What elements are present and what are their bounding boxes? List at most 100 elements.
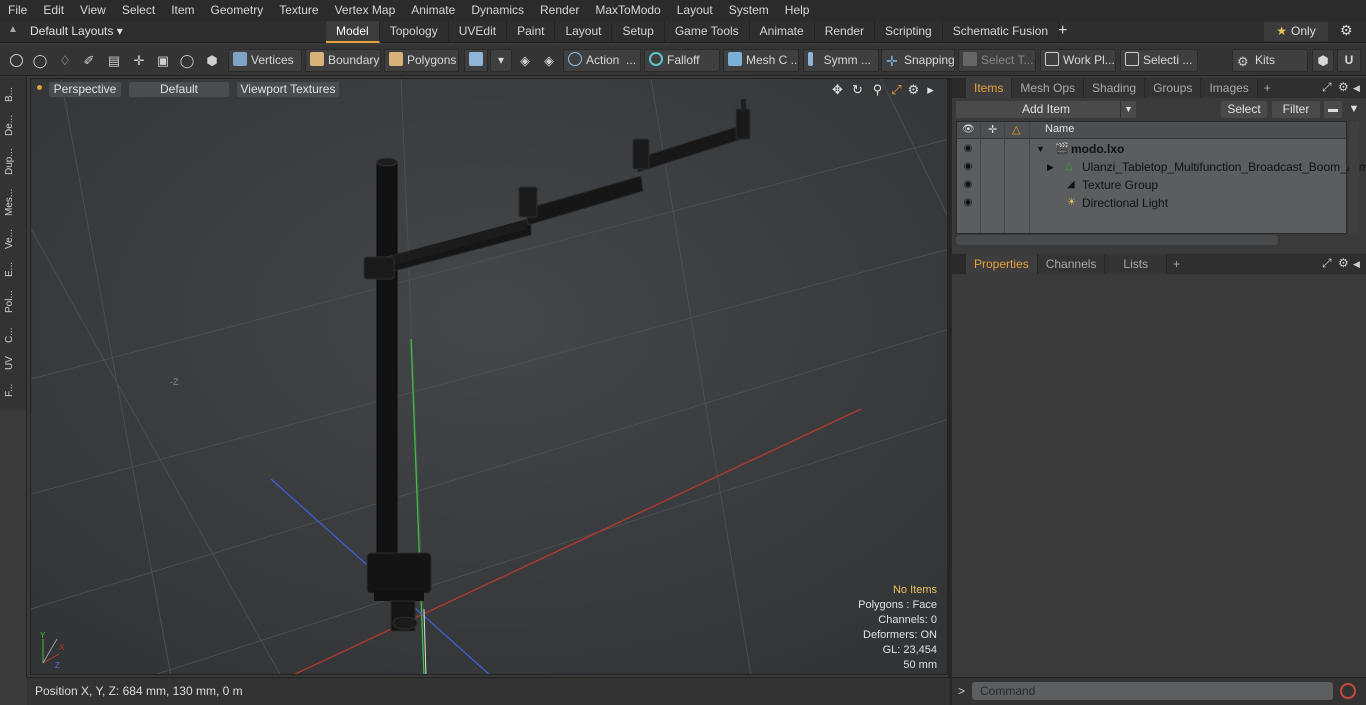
eye-icon[interactable]: ◉ xyxy=(962,161,974,173)
left-tab-deform[interactable]: De... xyxy=(4,111,22,139)
only-button[interactable]: ★ Only xyxy=(1264,22,1328,41)
menu-geometry[interactable]: Geometry xyxy=(203,0,272,21)
tab-lists[interactable]: Lists xyxy=(1105,254,1168,274)
menu-select[interactable]: Select xyxy=(114,0,163,21)
left-tab-polygon[interactable]: Pol... xyxy=(4,287,22,317)
left-tab-mesh-edit[interactable]: Mes... xyxy=(4,184,22,220)
tab-items[interactable]: Items xyxy=(966,78,1013,98)
work-plane-button[interactable]: Work Pl... xyxy=(1040,49,1116,72)
menu-item[interactable]: Item xyxy=(163,0,202,21)
boundary-button[interactable]: Boundary xyxy=(305,49,381,72)
maximize-icon[interactable]: ⤢ xyxy=(889,82,904,97)
eye-icon[interactable]: ◉ xyxy=(962,179,974,191)
select-through-button[interactable]: Select T... xyxy=(958,49,1036,72)
menu-texture[interactable]: Texture xyxy=(271,0,326,21)
shading-mode-button[interactable]: Default xyxy=(129,82,229,97)
3d-viewport[interactable]: Y X Z -Z Perspective Default Viewport Te… xyxy=(30,78,948,675)
column-name[interactable]: Name xyxy=(1045,123,1074,135)
kits-button[interactable]: ⚙ Kits xyxy=(1232,49,1308,72)
polygons-button[interactable]: Polygons xyxy=(384,49,459,72)
mesh-item-dropdown[interactable]: ▾ xyxy=(490,49,512,72)
view-mode-button[interactable]: Perspective xyxy=(49,82,121,97)
tab-images[interactable]: Images xyxy=(1201,78,1258,98)
gear-shield-icon[interactable]: ◈ xyxy=(541,53,557,69)
tab-groups[interactable]: Groups xyxy=(1145,78,1202,98)
tree-vertical-scrollbar[interactable] xyxy=(1349,121,1359,234)
panel-arrow-icon[interactable]: ◀ xyxy=(1353,259,1360,270)
selection-sets-button[interactable]: Selecti ... xyxy=(1120,49,1198,72)
select-circle-icon[interactable] xyxy=(8,53,24,69)
tab-layout[interactable]: Layout xyxy=(555,21,613,43)
symmetry-shield-icon[interactable]: ◈ xyxy=(517,53,533,69)
menu-vertex-map[interactable]: Vertex Map xyxy=(327,0,404,21)
viewport-menu-dot[interactable] xyxy=(37,85,42,90)
eye-icon[interactable]: ◉ xyxy=(962,197,974,209)
left-tab-curve[interactable]: C... xyxy=(4,323,22,347)
collapse-icon[interactable]: ▬ xyxy=(1324,101,1342,118)
left-tab-edge[interactable]: E... xyxy=(4,257,22,281)
panel-gear-icon[interactable]: ⚙ xyxy=(1338,80,1349,94)
select-button[interactable]: Select xyxy=(1221,101,1267,118)
item-mode-icon[interactable]: ⬢ xyxy=(204,53,220,69)
menu-render[interactable]: Render xyxy=(532,0,587,21)
tab-mesh-ops[interactable]: Mesh Ops xyxy=(1012,78,1085,98)
panel-menu-icon[interactable] xyxy=(952,254,966,274)
pan-icon[interactable]: ✥ xyxy=(830,82,845,97)
tree-horizontal-scrollbar[interactable] xyxy=(956,235,1278,245)
panel-gear-icon[interactable]: ⚙ xyxy=(1338,256,1349,270)
unreal-icon[interactable]: U xyxy=(1337,49,1361,72)
rotate-view-icon[interactable]: ↻ xyxy=(850,82,865,97)
tree-row-modo-lxo[interactable]: ◉ ▼ 🎬 modo.lxo xyxy=(957,140,1346,158)
symmetry-button[interactable]: Symm ... xyxy=(803,49,879,72)
snapping-button[interactable]: ✛ Snapping xyxy=(881,49,955,72)
panel-menu-icon[interactable] xyxy=(952,78,966,98)
collapsed-arrow-icon[interactable]: ▶ xyxy=(1047,158,1054,176)
panel-maximize-icon[interactable]: ⤢ xyxy=(1322,80,1332,95)
tab-render[interactable]: Render xyxy=(815,21,876,43)
expanded-arrow-icon[interactable]: ▼ xyxy=(1036,140,1045,158)
add-item-dropdown-icon[interactable]: ▼ xyxy=(1120,101,1136,118)
tab-uvedit[interactable]: UVEdit xyxy=(449,21,508,43)
scale-icon[interactable]: ◯ xyxy=(179,53,195,69)
tree-row-texture-group[interactable]: ◉ ◢ Texture Group xyxy=(957,176,1346,194)
tab-model[interactable]: Model xyxy=(326,21,380,43)
add-panel-tab-icon[interactable]: + xyxy=(1258,81,1271,95)
tab-animate[interactable]: Animate xyxy=(750,21,815,43)
left-tab-basic[interactable]: B... xyxy=(4,83,22,105)
move-icon[interactable]: ✛ xyxy=(131,53,147,69)
menu-edit[interactable]: Edit xyxy=(35,0,72,21)
tab-setup[interactable]: Setup xyxy=(612,21,665,43)
lasso-icon[interactable]: ♢ xyxy=(57,53,73,69)
tab-scripting[interactable]: Scripting xyxy=(875,21,943,43)
tab-paint[interactable]: Paint xyxy=(507,21,556,43)
falloff-button[interactable]: Falloff xyxy=(644,49,720,72)
menu-maxtomodo[interactable]: MaxToModo xyxy=(587,0,668,21)
menu-system[interactable]: System xyxy=(721,0,777,21)
tab-game-tools[interactable]: Game Tools xyxy=(665,21,750,43)
menu-animate[interactable]: Animate xyxy=(403,0,463,21)
tab-schematic-fusion[interactable]: Schematic Fusion xyxy=(943,21,1060,43)
tab-shading[interactable]: Shading xyxy=(1084,78,1146,98)
mesh-constraint-button[interactable]: Mesh C ... xyxy=(723,49,799,72)
zoom-icon[interactable]: ⚲ xyxy=(870,82,885,97)
menu-dynamics[interactable]: Dynamics xyxy=(463,0,532,21)
tab-topology[interactable]: Topology xyxy=(380,21,449,43)
menu-file[interactable]: File xyxy=(0,0,35,21)
transform-icon[interactable]: ▤ xyxy=(106,53,122,69)
add-item-button[interactable]: Add Item xyxy=(956,101,1136,118)
brush-icon[interactable]: ✐ xyxy=(81,53,97,69)
tree-row-mesh[interactable]: ◉ ▶ △ Ulanzi_Tabletop_Multifunction_Broa… xyxy=(957,158,1366,176)
viewport-gear-icon[interactable]: ⚙ xyxy=(906,82,921,97)
panel-arrow-icon[interactable]: ◀ xyxy=(1353,83,1360,94)
filter-button[interactable]: Filter xyxy=(1272,101,1320,118)
command-input[interactable]: Command xyxy=(972,682,1333,700)
left-tab-duplicate[interactable]: Dup... xyxy=(4,145,22,179)
left-tab-fusion[interactable]: F... xyxy=(4,377,22,403)
left-tab-uv[interactable]: UV xyxy=(4,353,22,373)
layout-expand-icon[interactable]: ▲ xyxy=(8,24,22,38)
viewport-expand-icon[interactable]: ▸ xyxy=(923,82,938,97)
action-center-button[interactable]: Action ... xyxy=(563,49,641,72)
menu-layout[interactable]: Layout xyxy=(669,0,721,21)
rotate-icon[interactable]: ▣ xyxy=(155,53,171,69)
add-tab-icon[interactable]: + xyxy=(1058,22,1067,40)
